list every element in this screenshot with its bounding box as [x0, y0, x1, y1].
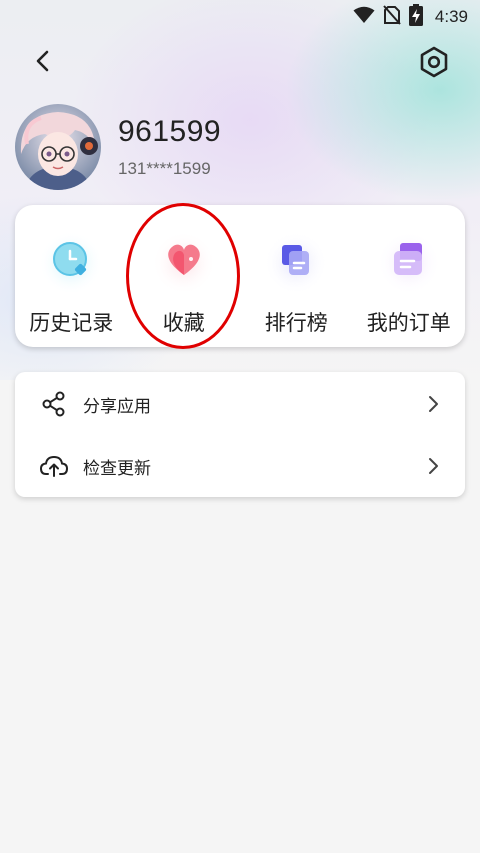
- chevron-left-icon: [36, 50, 49, 72]
- share-icon: [39, 389, 69, 419]
- history-icon: [39, 231, 104, 295]
- phone-number: 131****1599: [118, 159, 211, 178]
- heart-icon: [151, 231, 216, 295]
- ranking-icon: [264, 231, 329, 295]
- menu-item-label: 检查更新: [83, 458, 151, 479]
- back-button[interactable]: [26, 44, 60, 78]
- status-time: 4:39: [434, 7, 468, 26]
- cloud-upload-icon: [39, 451, 69, 481]
- menu-card: 分享应用 检查更新: [15, 372, 465, 497]
- feature-favorites[interactable]: 收藏: [129, 225, 239, 337]
- feature-history[interactable]: 历史记录: [16, 225, 126, 337]
- status-bar: 4:39: [0, 0, 480, 34]
- wifi-icon: [353, 6, 375, 28]
- username: 961599: [118, 115, 222, 148]
- hexagon-settings-icon: [420, 46, 448, 78]
- settings-button[interactable]: [416, 44, 452, 80]
- menu-item-check-update[interactable]: 检查更新: [15, 437, 465, 495]
- feature-ranking[interactable]: 排行榜: [241, 225, 351, 337]
- feature-orders[interactable]: 我的订单: [354, 225, 464, 337]
- avatar[interactable]: [15, 104, 101, 190]
- no-sim-icon: [383, 5, 401, 29]
- order-icon: [376, 231, 441, 295]
- feature-label: 收藏: [162, 311, 205, 335]
- menu-item-label: 分享应用: [83, 396, 151, 417]
- feature-label: 我的订单: [366, 311, 451, 335]
- feature-label: 排行榜: [264, 311, 328, 335]
- battery-charging-icon: [408, 4, 423, 30]
- feature-card: 历史记录 收藏 排行榜 我的订单: [15, 205, 465, 347]
- chevron-right-icon: [421, 454, 445, 478]
- chevron-right-icon: [421, 392, 445, 416]
- menu-item-share[interactable]: 分享应用: [15, 375, 465, 433]
- feature-label: 历史记录: [29, 311, 114, 335]
